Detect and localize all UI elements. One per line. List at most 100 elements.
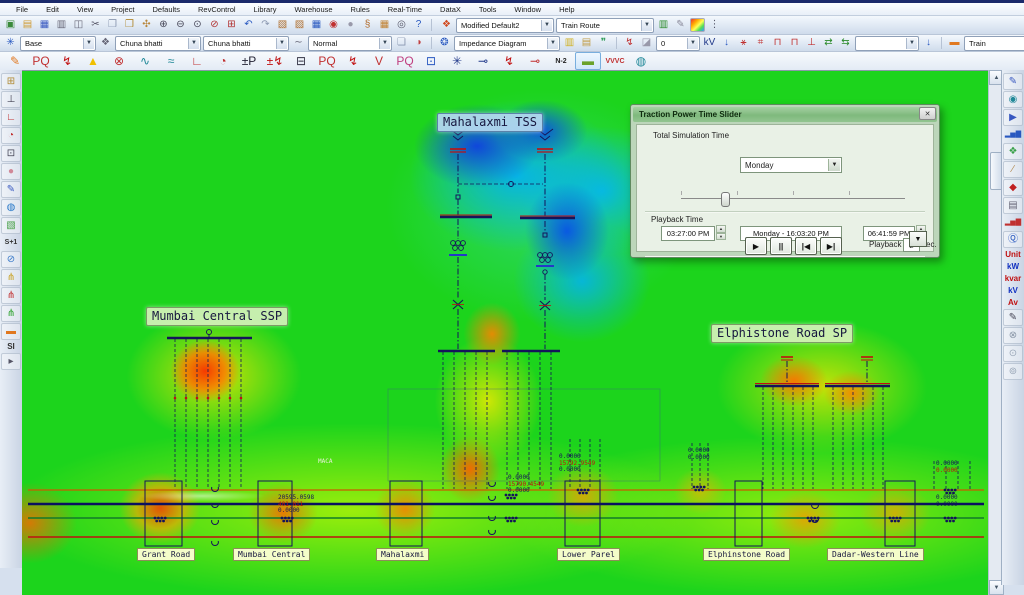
calendar-icon[interactable]: ▦	[377, 18, 392, 32]
dot-matrix-icon[interactable]: ⊡	[1, 145, 21, 162]
chevron-down-icon[interactable]: ▼	[906, 38, 917, 49]
map-compass-icon[interactable]: ❖	[1003, 143, 1023, 160]
print-preview-icon[interactable]: ◫	[71, 18, 86, 32]
tree-diamond-icon[interactable]: ⋔	[1, 269, 21, 286]
kvar-label[interactable]: kvar	[1004, 273, 1022, 284]
chevron-down-icon[interactable]: ▼	[83, 38, 94, 49]
cut-icon[interactable]: ✂	[88, 18, 103, 32]
row2-overflow-icon[interactable]: ⋮	[707, 18, 722, 32]
chart-icon[interactable]: ▂▅▇	[1004, 127, 1022, 142]
bus-a-icon[interactable]: ⊓	[770, 36, 785, 50]
theme-select[interactable]: Modified Default2 ▼	[456, 18, 554, 33]
state-select[interactable]: Normal ▼	[308, 36, 392, 51]
close-icon[interactable]: ✕	[919, 107, 936, 120]
phasor-icon[interactable]: ◔	[1, 127, 21, 144]
find-icon[interactable]: ◎	[394, 18, 409, 32]
theme-icon[interactable]: ❖	[439, 18, 454, 32]
menu-warehouse[interactable]: Warehouse	[292, 5, 334, 14]
transient-icon[interactable]: ∿	[133, 53, 157, 69]
alarm-icon[interactable]: ◆	[1003, 179, 1023, 196]
close-circle-icon[interactable]: ⊗	[1003, 327, 1023, 344]
chevron-down-icon[interactable]: ▼	[828, 159, 840, 171]
menu-project[interactable]: Project	[109, 5, 136, 14]
swap-b-icon[interactable]: ⇆	[838, 36, 853, 50]
menu-rules[interactable]: Rules	[349, 5, 372, 14]
label-mumbai-central-ssp[interactable]: Mumbai Central SSP	[146, 307, 288, 326]
chevron-down-icon[interactable]: ▼	[547, 38, 558, 49]
star-point-icon[interactable]: ✳	[445, 53, 469, 69]
study-drop-arrow-icon[interactable]: ↓	[921, 36, 936, 50]
schedule-icon[interactable]: S+1	[2, 235, 20, 250]
folder-view-icon[interactable]: ▤	[579, 36, 594, 50]
swap-a-icon[interactable]: ⇄	[821, 36, 836, 50]
si-units-label[interactable]: SI	[2, 341, 20, 352]
pen-vertical-icon[interactable]: ✎	[1003, 309, 1023, 326]
menu-tools[interactable]: Tools	[477, 5, 499, 14]
label-mahalaxmi-tss[interactable]: Mahalaxmi TSS	[437, 113, 543, 132]
undo-icon[interactable]: ↶	[241, 18, 256, 32]
switch-a-icon[interactable]: ⊸	[471, 53, 495, 69]
link-icon[interactable]: §	[360, 18, 375, 32]
bus-b-icon[interactable]: ⊓	[787, 36, 802, 50]
diagram-select[interactable]: Impedance Diagram ▼	[454, 36, 560, 51]
bolt-2-icon[interactable]: ↯	[341, 53, 365, 69]
label-grant-road[interactable]: Grant Road	[137, 548, 195, 561]
ug-window-icon[interactable]: ▨	[292, 18, 307, 32]
v-curve-icon[interactable]: V	[367, 53, 391, 69]
blank-select[interactable]: ▼	[855, 36, 919, 51]
kv-label-icon[interactable]: kV	[702, 36, 717, 50]
zoom-previous-icon[interactable]: ⊘	[207, 18, 222, 32]
globe-icon[interactable]: ◍	[1, 199, 21, 216]
zoom-window-icon[interactable]: ⊙	[190, 18, 205, 32]
presentation-icon[interactable]: ❂	[437, 36, 452, 50]
tree-green-icon[interactable]: ⋔	[1, 305, 21, 322]
play-button[interactable]: ▶	[745, 237, 767, 255]
chevron-down-icon[interactable]: ▼	[641, 20, 652, 31]
pan-icon[interactable]: ✣	[139, 18, 154, 32]
meter-icon[interactable]: ⊙	[1003, 345, 1023, 362]
zoom-in-icon[interactable]: ⊕	[156, 18, 171, 32]
network-tree-icon[interactable]: ⊞	[1, 73, 21, 90]
brush-icon[interactable]: ✎	[1003, 73, 1023, 90]
new-icon[interactable]: ▣	[3, 18, 18, 32]
motor-start-icon[interactable]: ⊗	[107, 53, 131, 69]
run-scenario-icon[interactable]: ▬	[575, 52, 601, 70]
unit-label[interactable]: Unit	[1004, 249, 1022, 260]
menu-revcontrol[interactable]: RevControl	[196, 5, 238, 14]
canvas-vertical-scrollbar[interactable]: ▲ ▼	[988, 70, 1002, 595]
label-elphinstone-road[interactable]: Elphinstone Road	[703, 548, 790, 561]
column-chart-icon[interactable]: ▂▅▇	[1004, 215, 1022, 230]
sequence-icon[interactable]: ⚹	[736, 36, 751, 50]
paste-format-icon[interactable]: ❏	[394, 36, 409, 50]
train-route-icon[interactable]: ▶	[1003, 109, 1023, 126]
drop-arrow-icon[interactable]: ↓	[719, 36, 734, 50]
menu-window[interactable]: Window	[512, 5, 543, 14]
chart-mode-icon[interactable]: ▥	[656, 18, 671, 32]
menu-file[interactable]: File	[14, 5, 30, 14]
oneline-window-icon[interactable]: ▧	[275, 18, 290, 32]
report-icon[interactable]: ▤	[1003, 197, 1023, 214]
kw-label[interactable]: kW	[1004, 261, 1022, 272]
open-icon[interactable]: ▤	[20, 18, 35, 32]
step-forward-button[interactable]: ▶|	[820, 237, 842, 255]
marker-icon[interactable]: ✎	[1, 181, 21, 198]
arc-flash-icon[interactable]: ▲	[81, 53, 105, 69]
menu-datax[interactable]: DataX	[438, 5, 463, 14]
start-time-field[interactable]: 03:27:00 PM	[661, 226, 715, 241]
coil-icon[interactable]: ◔	[211, 53, 235, 69]
pq-2-icon[interactable]: PQ	[315, 53, 339, 69]
chevron-down-icon[interactable]: ▼	[276, 38, 287, 49]
route-select[interactable]: Train Route ▼	[556, 18, 654, 33]
region-blob-icon[interactable]: ●	[1, 163, 21, 180]
query-icon[interactable]: Ⓠ	[1003, 231, 1023, 248]
day-select[interactable]: Monday ▼	[740, 157, 842, 173]
tcc-curve-icon[interactable]: ∟	[1, 109, 21, 126]
lock-icon[interactable]: ●	[343, 18, 358, 32]
help-icon[interactable]: ?	[411, 18, 426, 32]
transformer-detail-icon[interactable]: ⊥	[1, 91, 21, 108]
eraser-icon[interactable]: ◪	[639, 36, 654, 50]
ground-icon[interactable]: ⊥	[804, 36, 819, 50]
menu-view[interactable]: View	[75, 5, 95, 14]
status-icon[interactable]: ∼	[291, 36, 306, 50]
zoom-extents-icon[interactable]: ⊞	[224, 18, 239, 32]
